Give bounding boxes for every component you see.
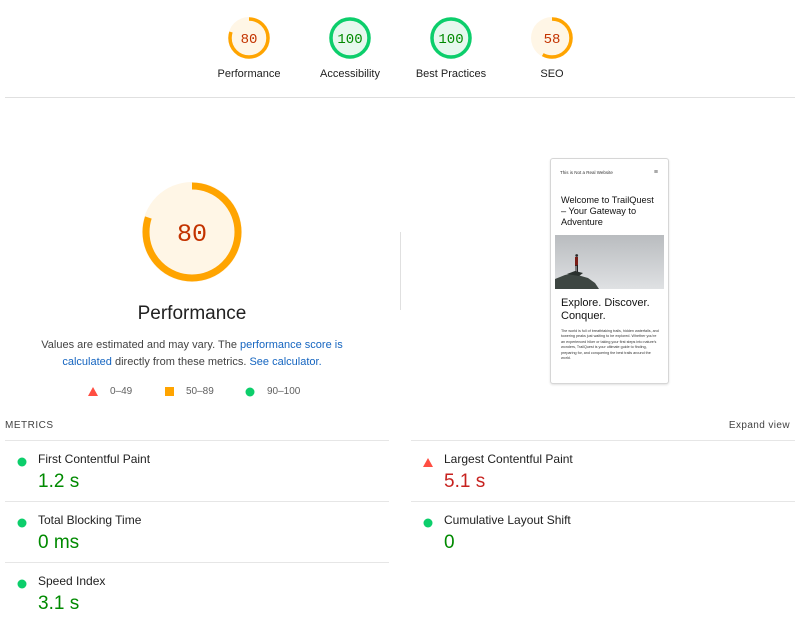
gauge-ring-icon: 100 — [430, 17, 472, 59]
gauge-label: SEO — [540, 68, 564, 80]
hamburger-menu-icon: ≡ — [653, 169, 658, 176]
metric-value: 5.1 s — [444, 471, 486, 492]
metric-value: 3.1 s — [38, 593, 80, 614]
legend-item-average: 50–89 — [165, 386, 214, 397]
circle-icon — [17, 457, 27, 467]
circle-icon — [17, 518, 27, 528]
metric-label: Speed Index — [38, 574, 106, 588]
final-screenshot[interactable]: This is Not a Real Website ≡ Welcome to … — [550, 158, 669, 384]
gauge-label: Performance — [217, 68, 281, 80]
site-subheading: Explore. Discover. Conquer. — [561, 297, 650, 322]
circle-icon — [17, 579, 27, 589]
gauge-score: 100 — [438, 32, 463, 48]
category-gauges: 80 Performance 100 Accessibility 100 Bes… — [0, 0, 800, 98]
site-title: This is Not a Real Website — [560, 170, 613, 175]
score-description: Values are estimated and may vary. The p… — [18, 337, 366, 371]
gauge-score: 58 — [544, 32, 561, 48]
gauge-score: 100 — [337, 32, 362, 48]
gauge-label: Best Practices — [415, 68, 487, 80]
metric-label: Largest Contentful Paint — [444, 452, 573, 466]
gauge-performance[interactable]: 80 Performance — [194, 16, 304, 80]
gauge-ring-icon: 58 — [531, 17, 573, 59]
performance-title: Performance — [137, 303, 247, 324]
metric-speed-index: Speed Index 3.1 s — [5, 562, 389, 624]
metrics-header: METRICS — [5, 420, 54, 431]
metric-cls: Cumulative Layout Shift 0 — [411, 501, 795, 563]
triangle-icon — [423, 458, 433, 467]
triangle-icon — [88, 387, 98, 396]
hiker-photo — [555, 235, 664, 289]
metric-lcp: Largest Contentful Paint 5.1 s — [411, 440, 795, 502]
metric-fcp: First Contentful Paint 1.2 s — [5, 440, 389, 502]
see-calculator-link[interactable]: See calculator. — [249, 356, 321, 368]
desc-text: Values are estimated and may vary. The — [41, 339, 240, 351]
desc-text: directly from these metrics. — [111, 356, 250, 368]
performance-score: 80 — [177, 220, 207, 249]
performance-gauge-large: 80 — [142, 182, 242, 282]
status-icon — [423, 515, 433, 533]
expand-view-toggle[interactable]: Expand view — [729, 420, 790, 431]
metric-value: 0 ms — [38, 532, 80, 553]
circle-icon — [423, 518, 433, 528]
gauge-ring-icon: 100 — [329, 17, 371, 59]
gauge-score: 80 — [241, 32, 258, 48]
gauge-accessibility[interactable]: 100 Accessibility — [295, 16, 405, 80]
status-icon — [17, 515, 27, 533]
circle-icon — [245, 387, 255, 396]
legend-item-pass: 90–100 — [245, 386, 300, 397]
metric-tbt: Total Blocking Time 0 ms — [5, 501, 389, 563]
legend-item-fail: 0–49 — [88, 386, 132, 397]
status-icon — [423, 454, 433, 472]
legend-range: 50–89 — [186, 386, 214, 397]
square-icon — [165, 387, 174, 396]
metric-value: 0 — [444, 532, 455, 553]
site-body-text: The world is full of breathtaking trails… — [561, 329, 659, 361]
metric-label: First Contentful Paint — [38, 452, 151, 466]
gauge-seo[interactable]: 58 SEO — [497, 16, 607, 80]
gauge-label: Accessibility — [320, 68, 380, 80]
gauge-best-practices[interactable]: 100 Best Practices — [396, 16, 506, 80]
metric-label: Total Blocking Time — [38, 513, 142, 527]
legend-range: 0–49 — [110, 386, 133, 397]
legend-range: 90–100 — [267, 386, 301, 397]
site-heading: Welcome to TrailQuest – Your Gateway to … — [561, 195, 654, 227]
status-icon — [17, 576, 27, 594]
gauge-ring-icon: 80 — [228, 17, 270, 59]
status-icon — [17, 454, 27, 472]
metric-value: 1.2 s — [38, 471, 80, 492]
vertical-divider — [400, 232, 401, 310]
top-divider — [5, 97, 795, 98]
metric-label: Cumulative Layout Shift — [444, 513, 571, 527]
